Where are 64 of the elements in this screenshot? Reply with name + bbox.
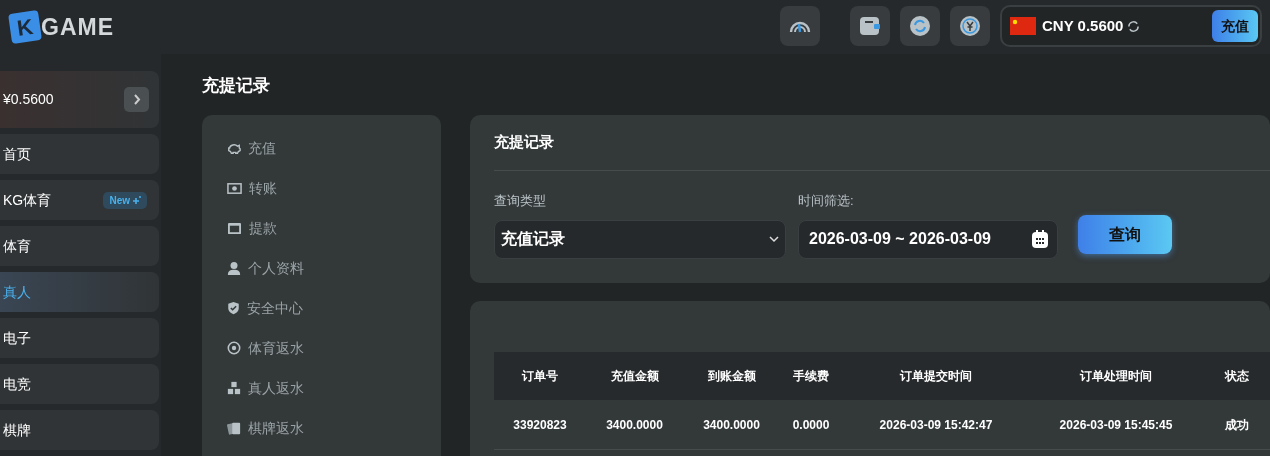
table-cell-text: 2026-03-09 15:45:45 [1058, 416, 1174, 434]
column-header: 状态 [1223, 368, 1250, 385]
banknote-icon [227, 181, 242, 195]
piggy-bank-icon [227, 141, 241, 155]
dice-icon [227, 381, 241, 395]
page-title: 充提记录 [202, 75, 271, 97]
sidebar-item[interactable]: 电子 [0, 318, 159, 358]
refresh-button[interactable] [900, 6, 940, 46]
yuan-coin-icon [959, 15, 981, 37]
type-select[interactable]: 充值记录 [494, 219, 786, 259]
card-title: 充提记录 [494, 115, 1270, 171]
table-cell-text: 33920823 [512, 416, 568, 434]
user-icon [227, 261, 241, 275]
submenu-item[interactable]: 体育返水 [227, 328, 441, 368]
field-label: 查询类型 [494, 192, 547, 210]
sidebar-item[interactable]: 体育 [0, 226, 159, 266]
submenu-item[interactable]: 提款 [227, 208, 441, 248]
cards-icon [227, 420, 241, 436]
submenu-item[interactable]: 安全中心 [227, 288, 441, 328]
chevron-down-icon [769, 235, 779, 243]
query-button[interactable]: 查询 [1078, 215, 1172, 254]
date-range-field[interactable]: 2026-03-09 ~ 2026-03-09 [798, 219, 1058, 259]
table-cell-text: 2026-03-09 15:42:47 [878, 416, 994, 434]
deposit-button[interactable]: 充值 [1212, 10, 1258, 42]
table-cell-text: 成功 [1224, 416, 1250, 434]
sparkle-icon [132, 195, 141, 205]
balance-amount: CNY 0.5600 [1042, 15, 1124, 36]
column-header: 到账金额 [706, 368, 757, 385]
column-header: 订单提交时间 [898, 368, 973, 385]
submenu-item[interactable]: 真人返水 [227, 368, 441, 408]
speed-gauge-button[interactable] [780, 6, 820, 46]
calendar-icon [1031, 229, 1049, 249]
refresh-icon [909, 15, 931, 37]
shield-check-icon [227, 301, 240, 315]
soccer-ball-icon [227, 341, 241, 355]
table-cell-text: 0.0000 [791, 416, 831, 434]
sidebar-item[interactable]: 首页 [0, 134, 159, 174]
logo-mark: K [8, 10, 42, 44]
currency-button[interactable] [950, 6, 990, 46]
new-badge: New [103, 191, 147, 209]
submenu-item[interactable]: 个人资料 [227, 248, 441, 288]
sidebar-item[interactable]: KG体育 New [0, 180, 159, 220]
chevron-button[interactable] [124, 87, 149, 112]
sidebar-item[interactable]: 真人 [0, 272, 159, 312]
submenu-item[interactable]: 转账 [227, 168, 441, 208]
sidebar-item[interactable]: 棋牌 [0, 410, 159, 450]
submenu-item[interactable]: 充值 [227, 128, 441, 168]
field-label: 时间筛选: [798, 192, 855, 210]
chevron-right-icon [132, 94, 141, 105]
wallet-icon [859, 16, 881, 36]
flag-icon [1010, 17, 1036, 35]
logo-text: GAME [41, 12, 114, 42]
column-header: 充值金额 [609, 368, 660, 385]
refresh-icon[interactable] [1127, 19, 1141, 33]
column-header: 手续费 [792, 368, 830, 385]
wallet-button[interactable] [850, 6, 890, 46]
sidebar-item[interactable]: 电竞 [0, 364, 159, 404]
column-header: 订单号 [520, 368, 559, 385]
column-header: 订单处理时间 [1078, 368, 1153, 385]
table-cell-text: 3400.0000 [605, 416, 664, 434]
submenu-item[interactable]: 棋牌返水 [227, 408, 441, 448]
cash-drawer-icon [227, 221, 242, 235]
table-cell-text: 3400.0000 [702, 416, 761, 434]
wallet-balance: ¥0.5600 [3, 90, 54, 109]
